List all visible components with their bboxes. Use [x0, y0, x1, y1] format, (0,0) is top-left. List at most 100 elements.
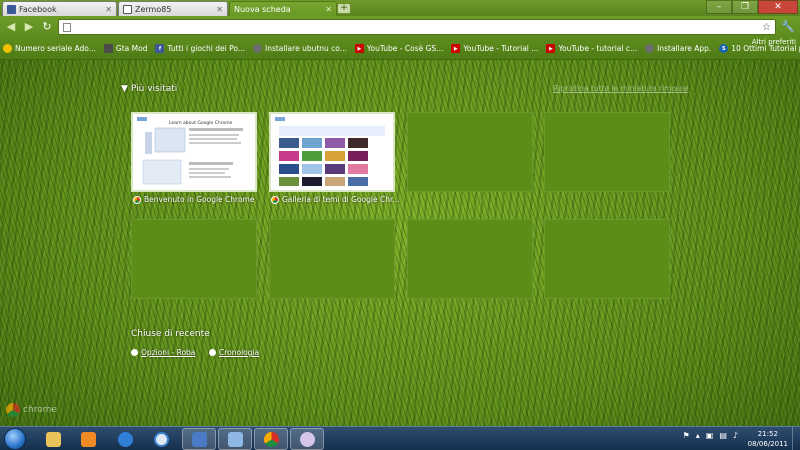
thumbnail-title[interactable]: Galleria di temi di Google Chr... [271, 195, 400, 204]
thumbnail-empty [544, 219, 670, 299]
bookmark-label: YouTube - Cosè GS... [366, 44, 444, 53]
smiley-icon [3, 44, 12, 53]
other-bookmarks[interactable]: Altri preferiti [752, 38, 796, 46]
clock-date: 08/06/2011 [747, 440, 788, 448]
bookmark-item[interactable]: f Tutti i giochi dei Po... [155, 44, 245, 53]
reload-icon[interactable]: ↻ [40, 20, 54, 34]
media-player-icon[interactable] [75, 428, 101, 450]
new-tab-button[interactable]: + [337, 3, 351, 14]
thumbnail-empty [407, 219, 533, 299]
wrench-icon [131, 349, 138, 356]
chrome-logo-icon [6, 403, 20, 417]
network-icon[interactable] [218, 428, 252, 450]
clock-icon [209, 349, 216, 356]
star-icon[interactable]: ☆ [762, 22, 771, 33]
chrome-logo: chrome [6, 403, 57, 417]
paint-icon[interactable] [290, 428, 324, 450]
bookmark-item[interactable]: ▶ YouTube - Cosè GS... [354, 44, 444, 53]
recently-closed-item[interactable]: Opzioni - Roba [131, 348, 195, 357]
taskbar: ⚑ ▴ ▣ ▤ ♪ 21:52 08/06/2011 [0, 426, 800, 450]
facebook-icon: f [155, 44, 165, 53]
start-button[interactable] [4, 428, 26, 450]
bookmark-label: YouTube - Tutorial ... [463, 44, 539, 53]
recently-closed-title: Chiuse di recente [131, 329, 210, 339]
app-icon[interactable] [182, 428, 216, 450]
system-tray: ⚑ ▴ ▣ ▤ ♪ [683, 431, 738, 440]
close-window-button[interactable]: ✕ [758, 0, 798, 14]
chrome-icon[interactable] [254, 428, 288, 450]
bookmark-label: Installare ubutnu co... [264, 44, 347, 53]
themes-gallery-preview [271, 114, 393, 190]
chrome-favicon-icon [133, 195, 141, 204]
tab-facebook[interactable]: Facebook ✕ [2, 1, 117, 16]
bookmark-item[interactable]: Installare App. [645, 44, 711, 53]
recently-closed-label: Cronologia [219, 348, 260, 357]
thumbnail-title-text: Galleria di temi di Google Chr... [282, 195, 400, 204]
facebook-icon [7, 4, 16, 14]
tab-zermo85[interactable]: Zermo85 ✕ [118, 1, 228, 16]
page-icon [63, 22, 71, 32]
tab-label: Nuova scheda [234, 4, 291, 14]
most-visited-title: Più visitati [130, 84, 178, 94]
welcome-page-preview: Learn about Google Chrome [133, 114, 255, 190]
chrome-brand-text: chrome [23, 405, 57, 415]
volume-icon[interactable]: ♪ [733, 431, 738, 440]
page-icon [123, 4, 132, 14]
bookmark-item[interactable]: Installare ubutnu co... [252, 44, 347, 53]
tab-label: Zermo85 [135, 4, 172, 14]
thumbnail-welcome[interactable]: Learn about Google Chrome [131, 112, 257, 192]
thumbnail-title[interactable]: Benvenuto in Google Chrome [133, 195, 254, 204]
mic-icon [252, 44, 262, 53]
thumbnail-title-text: Benvenuto in Google Chrome [144, 195, 255, 204]
close-tab-icon[interactable]: ✕ [105, 5, 112, 14]
tab-label: Facebook [19, 4, 57, 14]
network-status-icon[interactable]: ▤ [719, 431, 727, 440]
flag-icon[interactable]: ⚑ [683, 431, 690, 440]
itunes-icon[interactable] [148, 428, 174, 450]
bookmark-label: Tutti i giochi dei Po... [167, 44, 245, 53]
restore-thumbnails-link[interactable]: Ripristina tutte le miniature rimosse [553, 84, 688, 93]
arrow-icon[interactable]: ▴ [696, 431, 700, 440]
bookmark-item[interactable]: ▶ YouTube - tutorial c... [546, 44, 637, 53]
youtube-icon: ▶ [354, 44, 364, 53]
recently-closed-label: Opzioni - Roba [141, 348, 196, 357]
bookmark-label: Installare App. [657, 44, 712, 53]
bookmark-item[interactable]: Numero seriale Ado... [3, 44, 96, 53]
most-visited-header[interactable]: ▼ Più visitati [121, 84, 177, 94]
bookmark-label: Numero seriale Ado... [15, 44, 96, 53]
toolbar: ◀ ▶ ↻ ☆ 🔧 [0, 16, 800, 38]
minimize-button[interactable]: – [706, 0, 732, 14]
tab-strip: Facebook ✕ Zermo85 ✕ Nuova scheda ✕ + – … [0, 0, 800, 16]
recently-closed-item[interactable]: Cronologia [209, 348, 259, 357]
triangle-down-icon: ▼ [121, 84, 128, 94]
thumbnail-empty [407, 112, 533, 192]
omnibox: ☆ [58, 19, 776, 35]
window-controls: – ❐ ✕ [706, 0, 798, 14]
monitor-icon[interactable]: ▣ [706, 431, 714, 440]
show-desktop-button[interactable] [792, 427, 800, 450]
close-tab-icon[interactable]: ✕ [325, 5, 332, 14]
bookmark-label: YouTube - tutorial c... [558, 44, 638, 53]
thumbnail-empty [131, 219, 257, 299]
tab-new-tab[interactable]: Nuova scheda ✕ [229, 1, 337, 16]
forward-arrow-icon[interactable]: ▶ [22, 20, 36, 34]
close-tab-icon[interactable]: ✕ [216, 5, 223, 14]
clock[interactable]: 21:52 08/06/2011 [748, 429, 788, 449]
back-arrow-icon[interactable]: ◀ [4, 20, 18, 34]
explorer-icon[interactable] [40, 428, 66, 450]
gta-icon [103, 44, 113, 53]
youtube-icon: ▶ [451, 44, 461, 53]
internet-explorer-icon[interactable] [112, 428, 138, 450]
preview-heading: Learn about Google Chrome [169, 120, 233, 126]
clock-time: 21:52 [757, 430, 778, 438]
bookmarks-bar: Numero seriale Ado... Gta Mod f Tutti i … [0, 38, 800, 60]
youtube-icon: ▶ [546, 44, 556, 53]
mic-icon [645, 44, 655, 53]
thumbnail-empty [544, 112, 670, 192]
maximize-button[interactable]: ❐ [732, 0, 758, 14]
wrench-icon[interactable]: 🔧 [780, 19, 796, 35]
bookmark-item[interactable]: Gta Mod [103, 44, 147, 53]
thumbnail-themes-gallery[interactable] [269, 112, 395, 192]
address-input[interactable] [75, 22, 759, 32]
bookmark-item[interactable]: ▶ YouTube - Tutorial ... [451, 44, 538, 53]
